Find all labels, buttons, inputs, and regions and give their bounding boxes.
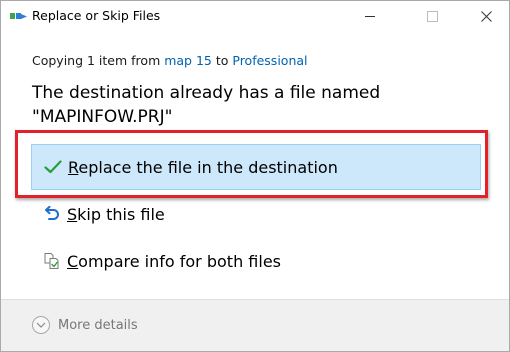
replace-option-button[interactable]: Replace the file in the destination — [31, 144, 481, 190]
chevron-down-circle-icon — [32, 316, 50, 334]
maximize-icon — [426, 11, 438, 22]
copying-prefix: Copying 1 item from — [32, 53, 165, 68]
close-button[interactable] — [463, 1, 509, 32]
dialog-footer: More details — [1, 299, 509, 351]
conflict-filename: "MAPINFOW.PRJ" — [32, 107, 173, 127]
more-details-toggle[interactable]: More details — [32, 316, 138, 334]
source-folder-link[interactable]: map 15 — [164, 53, 212, 68]
destination-folder-link[interactable]: Professional — [232, 53, 307, 68]
compare-option-label: Compare info for both files — [67, 252, 281, 271]
replace-option-label: Replace the file in the destination — [68, 158, 338, 177]
compare-option-button[interactable]: Compare info for both files — [31, 239, 479, 283]
replace-or-skip-dialog: Replace or Skip Files Copying 1 item fro… — [0, 0, 510, 352]
minimize-button[interactable] — [347, 1, 393, 32]
compare-access-key: C — [67, 251, 79, 271]
minimize-icon — [364, 16, 375, 17]
copying-middle: to — [211, 53, 233, 68]
skip-option-button[interactable]: Skip this file — [31, 192, 479, 236]
window-title: Replace or Skip Files — [32, 8, 161, 23]
skip-access-key: S — [67, 204, 78, 224]
maximize-button[interactable] — [409, 1, 455, 32]
close-icon — [480, 11, 492, 22]
conflict-message: The destination already has a file named… — [32, 81, 472, 129]
replace-access-key: R — [68, 157, 79, 177]
undo-arrow-icon — [41, 203, 63, 225]
compare-option-text: ompare info for both files — [78, 251, 281, 271]
copy-files-app-icon — [10, 13, 27, 19]
replace-option-text: eplace the file in the destination — [78, 157, 338, 177]
copying-status: Copying 1 item from map 15 to Profession… — [32, 53, 308, 68]
conflict-message-line1: The destination already has a file named — [32, 83, 381, 103]
checkmark-icon — [42, 156, 64, 178]
skip-option-label: Skip this file — [67, 205, 165, 224]
compare-files-icon — [41, 250, 63, 272]
more-details-label: More details — [58, 317, 138, 333]
skip-option-text: kip this file — [77, 204, 165, 224]
title-bar[interactable]: Replace or Skip Files — [1, 1, 509, 32]
